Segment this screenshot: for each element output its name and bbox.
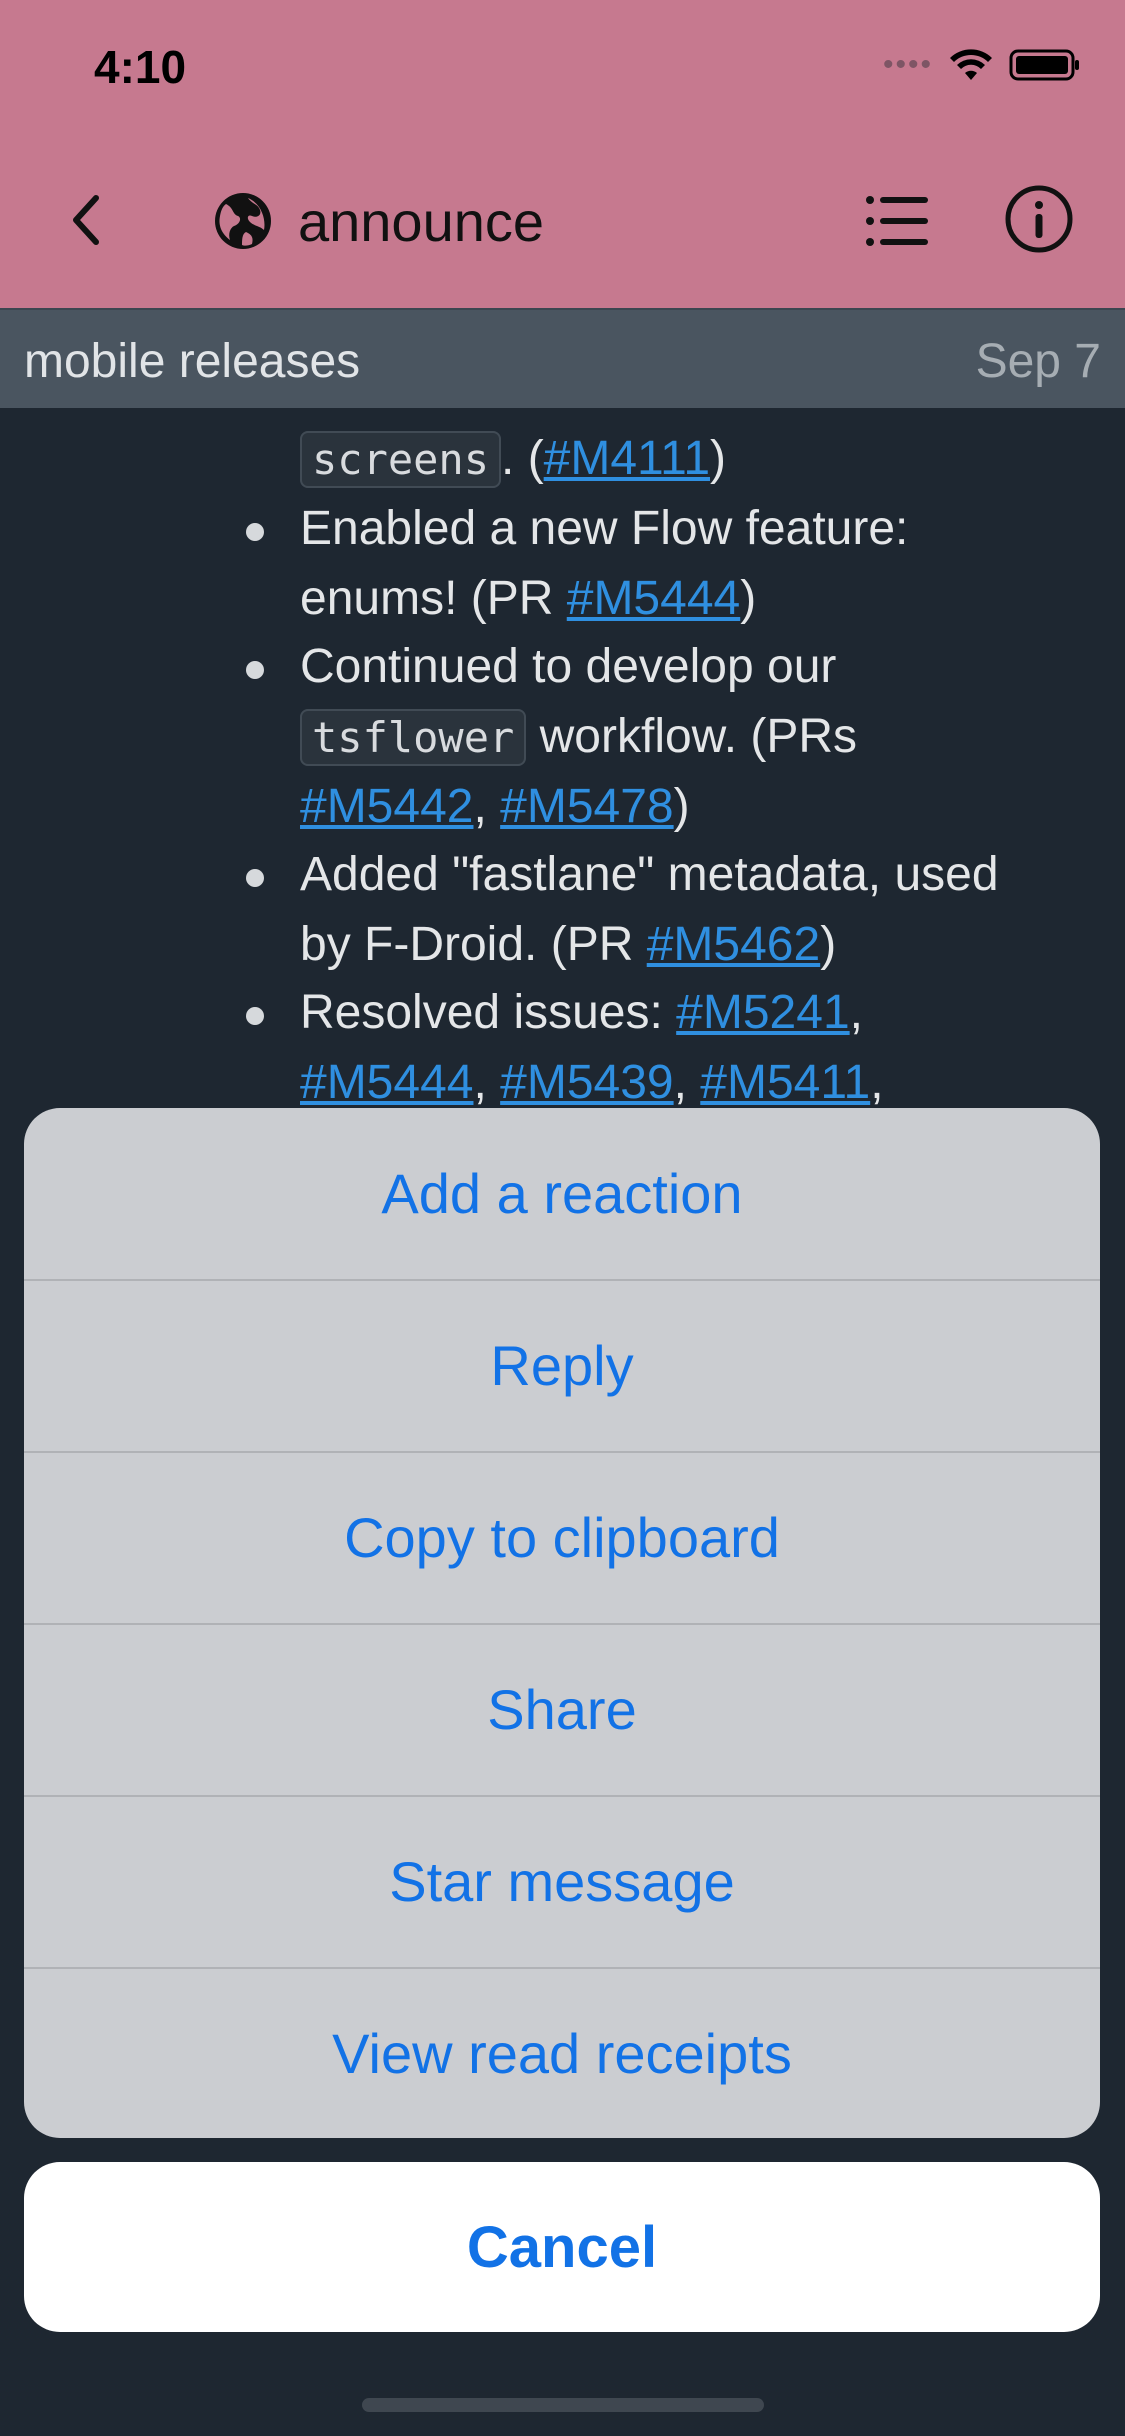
list-item-continuation: by F-Droid. (PR #M5462) — [300, 918, 837, 971]
inline-code: screens — [300, 431, 502, 488]
wifi-icon — [950, 49, 992, 80]
home-indicator — [362, 2398, 764, 2412]
stream-info-button[interactable] — [1004, 184, 1078, 258]
globe-icon — [215, 193, 271, 249]
list-item-continuation: tsflower workflow. (PRs — [300, 702, 857, 773]
pr-link[interactable]: #M5478 — [500, 780, 673, 833]
pr-link[interactable]: #M5444 — [567, 572, 740, 625]
list-item-continuation: #M5444, #M5439, #M5411, — [300, 1048, 884, 1106]
bullet — [246, 869, 264, 887]
chevron-left-icon — [73, 195, 99, 245]
status-time: 4:10 — [94, 41, 187, 93]
list-item-continuation: enums! (PR #M5444) — [300, 572, 757, 625]
issue-link[interactable]: #M5439 — [500, 1056, 673, 1106]
stream-name: announce — [298, 189, 545, 253]
cellular-signal-icon: •••• — [882, 48, 933, 81]
action-sheet: Add a reaction Reply Copy to clipboard S… — [24, 1108, 1100, 2138]
battery-icon — [1009, 49, 1079, 81]
list-item-continuation: #M5442, #M5478) — [300, 780, 690, 833]
bullet — [246, 661, 264, 679]
inline-code: tsflower — [300, 709, 527, 766]
star-message-button[interactable]: Star message — [24, 1795, 1100, 1966]
view-read-receipts-button[interactable]: View read receipts — [24, 1967, 1100, 2138]
topic-date: Sep 7 — [975, 335, 1101, 388]
list-item: Added "fastlane" metadata, used — [300, 848, 999, 901]
status-icons: •••• — [883, 48, 1081, 82]
issue-link[interactable]: #M4111 — [544, 432, 710, 485]
issue-link[interactable]: #M5444 — [300, 1056, 473, 1106]
topic-name: mobile releases — [24, 335, 361, 388]
pr-link[interactable]: #M5462 — [647, 918, 820, 971]
issue-link[interactable]: #M5411 — [700, 1056, 870, 1106]
stream-title[interactable]: announce — [212, 186, 544, 256]
pr-link[interactable]: #M5442 — [300, 780, 473, 833]
list-item: screens. (#M4111) — [300, 424, 726, 495]
cancel-button[interactable]: Cancel — [24, 2162, 1100, 2332]
add-reaction-button[interactable]: Add a reaction — [24, 1108, 1100, 1279]
message-body: screens. (#M4111) Enabled a new Flow fea… — [0, 406, 1125, 1106]
issue-link[interactable]: #M5241 — [676, 986, 849, 1039]
list-icon — [866, 196, 928, 246]
list-item: Continued to develop our — [300, 640, 837, 693]
bullet — [246, 1007, 264, 1025]
list-item: Enabled a new Flow feature: — [300, 502, 909, 555]
header-bar: 4:10 •••• announce — [0, 0, 1125, 308]
back-button[interactable] — [56, 180, 116, 260]
topic-header[interactable]: mobile releases Sep 7 — [0, 308, 1125, 408]
copy-to-clipboard-button[interactable]: Copy to clipboard — [24, 1451, 1100, 1622]
share-button[interactable]: Share — [24, 1623, 1100, 1794]
topics-list-button[interactable] — [862, 186, 932, 256]
bullet — [246, 523, 264, 541]
list-item: Resolved issues: #M5241, — [300, 986, 863, 1039]
info-icon — [1005, 185, 1073, 253]
reply-button[interactable]: Reply — [24, 1279, 1100, 1450]
